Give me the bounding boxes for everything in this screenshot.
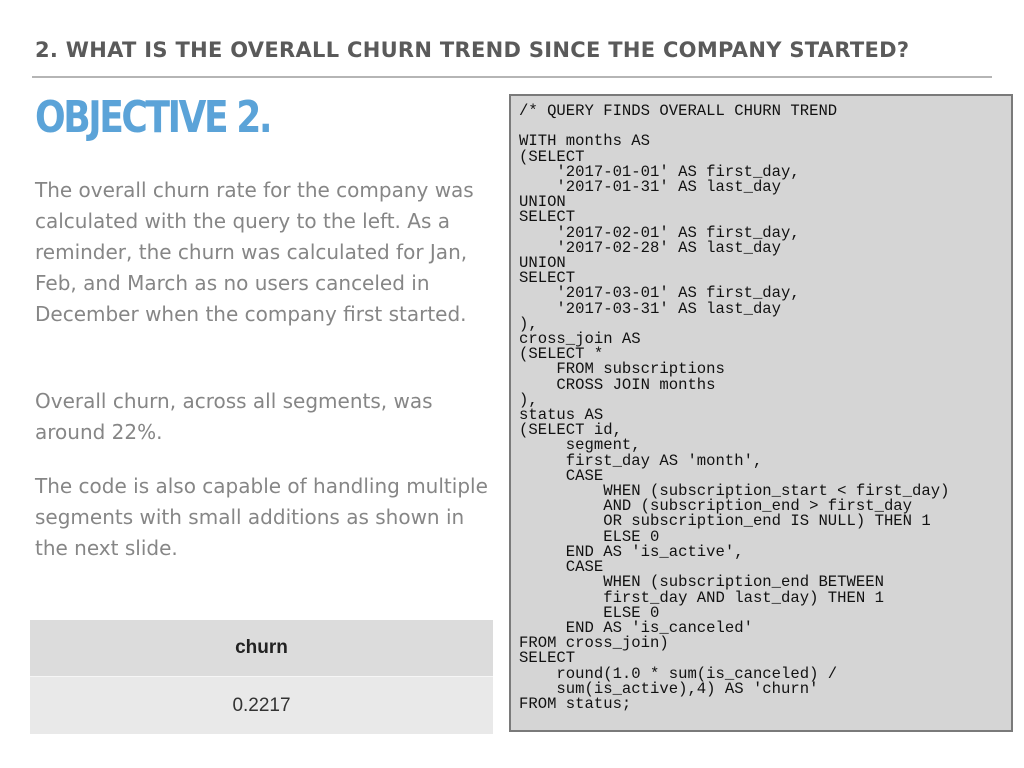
title-divider xyxy=(32,76,992,78)
paragraph-overall-churn: Overall churn, across all segments, was … xyxy=(35,389,433,444)
table-row: 0.2217 xyxy=(30,676,493,734)
slide-title: 2. WHAT IS THE OVERALL CHURN TREND SINCE… xyxy=(35,38,910,62)
churn-value-cell: 0.2217 xyxy=(30,676,493,734)
paragraph-churn-calculation: The overall churn rate for the company w… xyxy=(35,178,474,326)
objective-heading: OBJECTIVE 2. xyxy=(35,92,273,143)
table-header-row: churn xyxy=(30,620,493,677)
churn-result-table: churn 0.2217 xyxy=(30,620,493,734)
paragraph-segments-note: The code is also capable of handling mul… xyxy=(35,474,488,560)
column-header-churn: churn xyxy=(30,620,493,677)
sql-query-text: /* QUERY FINDS OVERALL CHURN TREND WITH … xyxy=(519,102,950,713)
slide: 2. WHAT IS THE OVERALL CHURN TREND SINCE… xyxy=(0,0,1024,768)
sql-code-box: /* QUERY FINDS OVERALL CHURN TREND WITH … xyxy=(509,94,1013,732)
